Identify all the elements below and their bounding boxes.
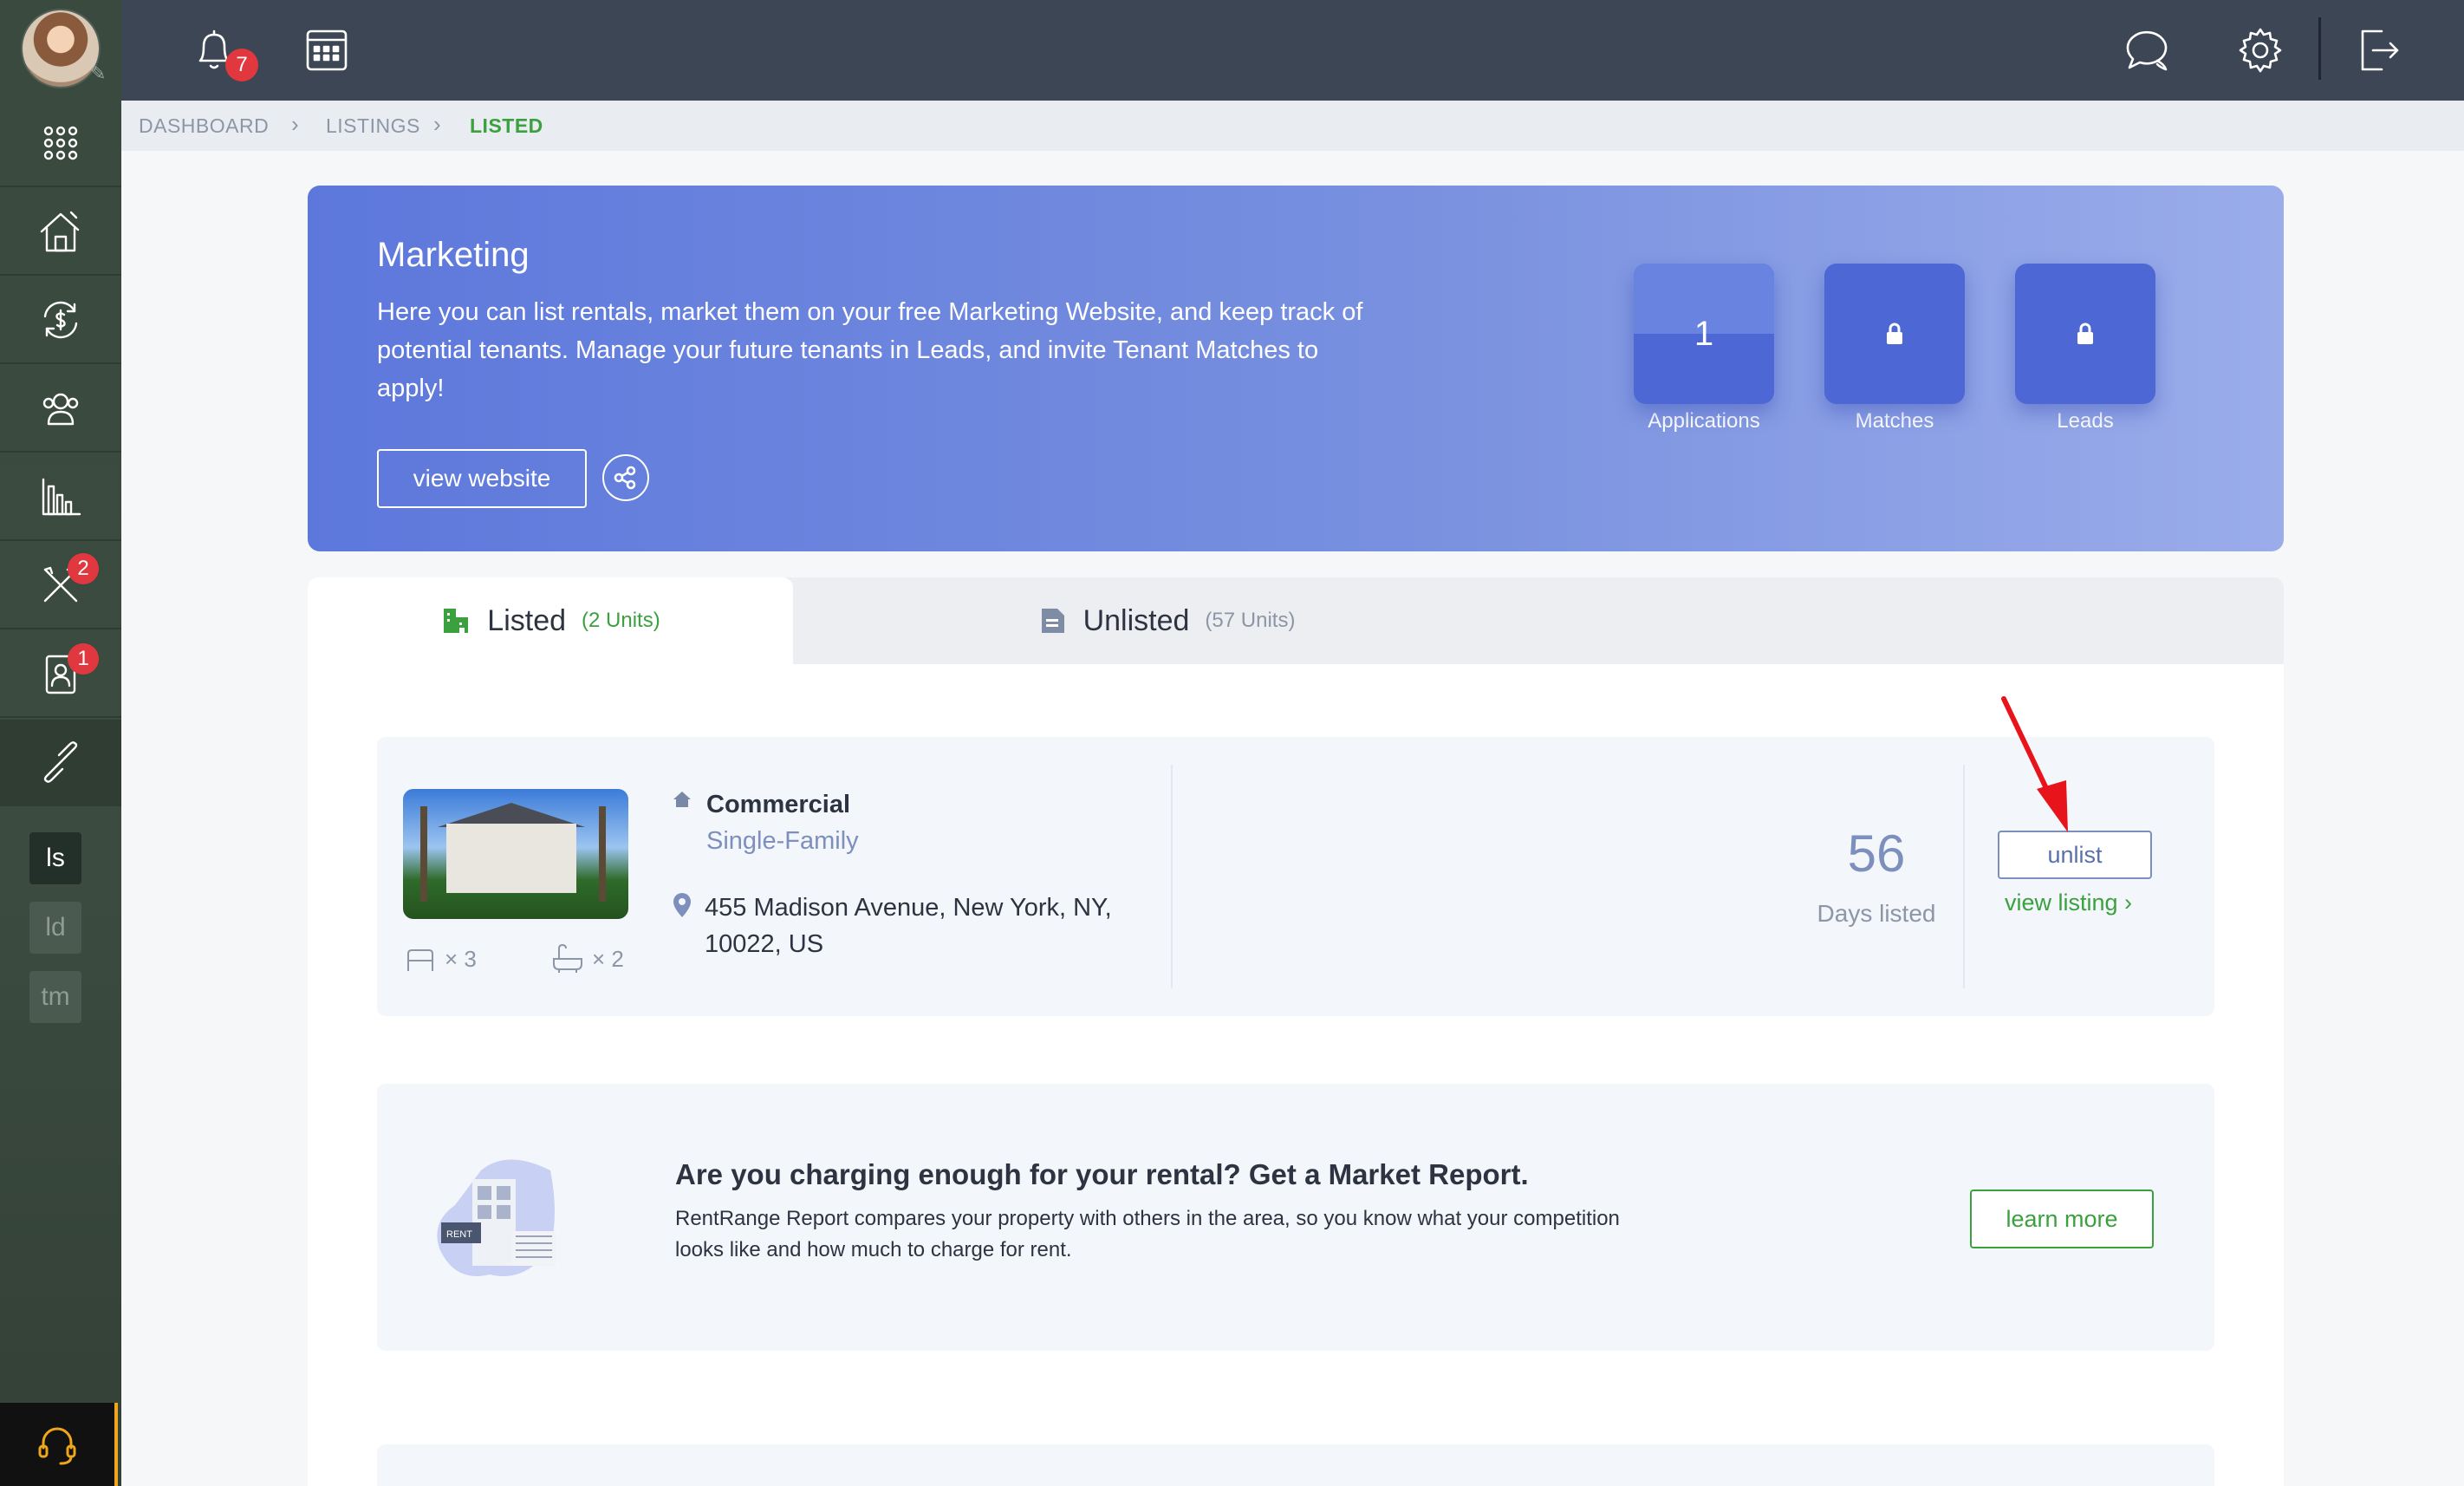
support-button[interactable]: [0, 1403, 118, 1486]
location-pin-icon: [673, 893, 691, 917]
logout-button[interactable]: [2350, 23, 2406, 78]
apps-grid-icon: [43, 126, 78, 160]
market-report-card: RENT Are you charging enough for your re…: [377, 1084, 2214, 1351]
bathtub-icon: [553, 943, 582, 973]
lock-icon: [2077, 323, 2093, 344]
sidebar-item-listings[interactable]: [0, 720, 121, 806]
sidebar-item-people[interactable]: [0, 366, 121, 453]
marketing-banner: Marketing Here you can list rentals, mar…: [308, 186, 2284, 551]
sidebar-sub-tm[interactable]: tm: [29, 971, 81, 1023]
chevron-right-icon: ›: [291, 111, 299, 137]
sidebar-sub-ld[interactable]: ld: [29, 902, 81, 954]
bedrooms-count: × 3: [445, 945, 477, 972]
property-address: 455 Madison Avenue, New York, NY, 10022,…: [705, 894, 1112, 958]
breadcrumb: DASHBOARD › LISTINGS › LISTED: [121, 101, 2464, 151]
calendar-button[interactable]: [299, 23, 354, 78]
chat-bubble-icon: [2126, 30, 2168, 71]
tab-listed-count: (2 Units): [582, 609, 660, 632]
topbar-divider: [2318, 17, 2321, 80]
sidebar: ✎ 2 1 ls ld tm: [0, 0, 121, 1486]
chevron-right-icon: ›: [433, 111, 441, 137]
card-divider: [1171, 765, 1173, 988]
home-small-icon: [673, 792, 691, 807]
sidebar-sub-ls[interactable]: ls: [29, 832, 81, 884]
sidebar-item-properties[interactable]: [0, 189, 121, 276]
listing-tabs: Listed (2 Units) Unlisted (57 Units): [308, 577, 2284, 664]
rent-building-illustration: RENT: [437, 1159, 556, 1276]
calendar-icon: [306, 29, 348, 71]
tenants-badge: 1: [68, 643, 99, 675]
bedrooms: × 3: [403, 942, 477, 976]
bed-icon: [407, 949, 433, 971]
tab-unlisted-label: Unlisted: [1082, 603, 1190, 637]
notifications-badge: 7: [225, 49, 258, 81]
sidebar-item-reports[interactable]: [0, 454, 121, 541]
tab-unlisted[interactable]: Unlisted (57 Units): [793, 577, 1538, 664]
tab-listed[interactable]: Listed (2 Units): [308, 577, 793, 664]
breadcrumb-listings[interactable]: LISTINGS: [326, 114, 420, 138]
matches-stat[interactable]: Matches: [1824, 264, 1965, 433]
next-listing-card: [377, 1444, 2214, 1486]
view-website-button[interactable]: view website: [377, 449, 587, 508]
card-divider: [1963, 765, 1965, 988]
share-icon: [614, 466, 636, 490]
sidebar-item-apps[interactable]: [0, 101, 121, 187]
matches-box[interactable]: [1824, 264, 1965, 404]
maintenance-badge: 2: [68, 553, 99, 584]
days-listed-value: 56: [1847, 824, 1906, 883]
days-listed-label: Days listed: [1817, 900, 1936, 927]
market-report-title: Are you charging enough for your rental?…: [675, 1158, 1529, 1190]
property-type: Commercial: [706, 791, 851, 818]
share-button[interactable]: [602, 454, 649, 501]
tab-unlisted-count: (57 Units): [1205, 609, 1296, 632]
market-report-description: RentRange Report compares your property …: [675, 1207, 1620, 1261]
house-icon: [40, 211, 80, 252]
matches-label: Matches: [1855, 409, 1934, 433]
applications-stat[interactable]: 1 Applications: [1634, 264, 1774, 433]
bar-chart-icon: [42, 478, 81, 516]
applications-label: Applications: [1648, 409, 1760, 433]
document-icon: [1041, 609, 1064, 633]
leads-stat[interactable]: Leads: [2015, 264, 2155, 433]
applications-box[interactable]: 1: [1634, 264, 1774, 404]
logout-icon: [2361, 29, 2399, 71]
listing-card: × 3 × 2 Commercial Single-Family 455 Mad…: [377, 737, 2214, 1016]
sidebar-item-maintenance[interactable]: 2: [0, 543, 121, 629]
breadcrumb-dashboard[interactable]: DASHBOARD: [139, 114, 269, 138]
avatar[interactable]: [21, 9, 101, 88]
learn-more-button[interactable]: learn more: [1970, 1189, 2154, 1248]
lock-icon: [1887, 323, 1902, 344]
property-subtype: Single-Family: [706, 827, 859, 855]
marketing-title: Marketing: [377, 236, 530, 274]
sidebar-item-tenants[interactable]: 1: [0, 631, 121, 718]
building-icon: [444, 609, 469, 633]
leads-label: Leads: [2057, 409, 2114, 433]
settings-button[interactable]: [2233, 23, 2288, 78]
pin-icon[interactable]: ✎: [90, 64, 109, 83]
view-listing-link[interactable]: view listing ›: [2005, 890, 2132, 916]
tab-listed-label: Listed: [487, 603, 567, 637]
headset-icon: [38, 1427, 76, 1465]
bathrooms-count: × 2: [592, 945, 624, 972]
applications-count: 1: [1694, 314, 1714, 353]
leads-box[interactable]: [2015, 264, 2155, 404]
red-arrow-annotation: [2001, 696, 2068, 832]
listing-photo[interactable]: [403, 789, 628, 919]
link-icon: [43, 741, 78, 783]
messages-button[interactable]: [2119, 23, 2175, 78]
dollar-cycle-icon: [43, 301, 78, 339]
breadcrumb-listed: LISTED: [470, 114, 543, 137]
gear-icon: [2239, 28, 2282, 73]
top-bar: 7: [121, 0, 2464, 101]
people-icon: [42, 393, 79, 426]
marketing-description: Here you can list rentals, market them o…: [377, 298, 1363, 402]
rent-sign-text: RENT: [446, 1229, 472, 1240]
sidebar-item-payments[interactable]: [0, 277, 121, 364]
bathrooms: × 2: [550, 942, 624, 976]
